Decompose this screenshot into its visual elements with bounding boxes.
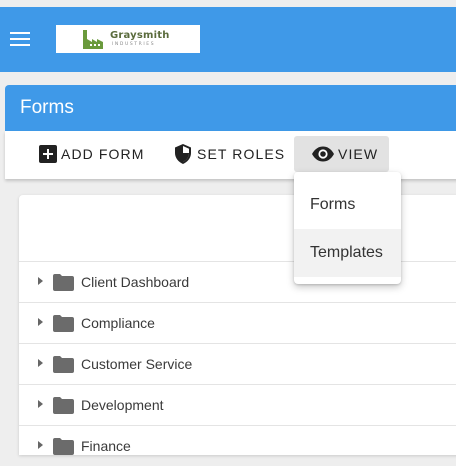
logo-name: Graysmith: [110, 30, 170, 41]
folder-row-compliance[interactable]: Compliance: [19, 302, 456, 343]
folder-label: Customer Service: [81, 356, 193, 372]
folder-icon: [53, 274, 74, 291]
folder-row-development[interactable]: Development: [19, 384, 456, 425]
view-label: VIEW: [338, 146, 379, 162]
eye-icon: [312, 146, 334, 162]
add-box-icon: [39, 145, 57, 163]
folder-row-customer-service[interactable]: Customer Service: [19, 343, 456, 384]
view-dropdown-menu: Forms Templates: [294, 172, 401, 284]
folder-label: Development: [81, 397, 164, 413]
set-roles-button[interactable]: SET ROLES: [172, 136, 285, 172]
set-roles-label: SET ROLES: [197, 146, 286, 162]
company-logo[interactable]: Graysmith INDUSTRIES: [56, 25, 200, 53]
page-title: Forms: [20, 97, 74, 118]
folder-row-finance[interactable]: Finance: [19, 425, 456, 466]
folder-label: Compliance: [81, 315, 155, 331]
app-bar: Graysmith INDUSTRIES: [0, 7, 456, 72]
folder-label: Client Dashboard: [81, 274, 190, 290]
folder-icon: [53, 315, 74, 332]
folder-label: Finance: [81, 438, 131, 454]
caret-right-icon[interactable]: [38, 400, 43, 408]
view-button[interactable]: VIEW: [294, 136, 389, 172]
logo-subtitle: INDUSTRIES: [112, 42, 156, 47]
forms-header: Forms: [5, 85, 456, 131]
factory-logo-icon: [83, 30, 103, 49]
add-form-label: ADD FORM: [61, 146, 145, 162]
caret-right-icon[interactable]: [38, 277, 43, 285]
caret-right-icon[interactable]: [38, 318, 43, 326]
menu-item-templates[interactable]: Templates: [294, 229, 401, 277]
menu-item-forms[interactable]: Forms: [294, 181, 401, 229]
shield-icon: [175, 144, 191, 164]
caret-right-icon[interactable]: [38, 359, 43, 367]
folder-icon: [53, 438, 74, 455]
add-form-button[interactable]: ADD FORM: [38, 136, 144, 172]
menu-icon[interactable]: [10, 31, 30, 47]
folder-icon: [53, 397, 74, 414]
folder-icon: [53, 356, 74, 373]
